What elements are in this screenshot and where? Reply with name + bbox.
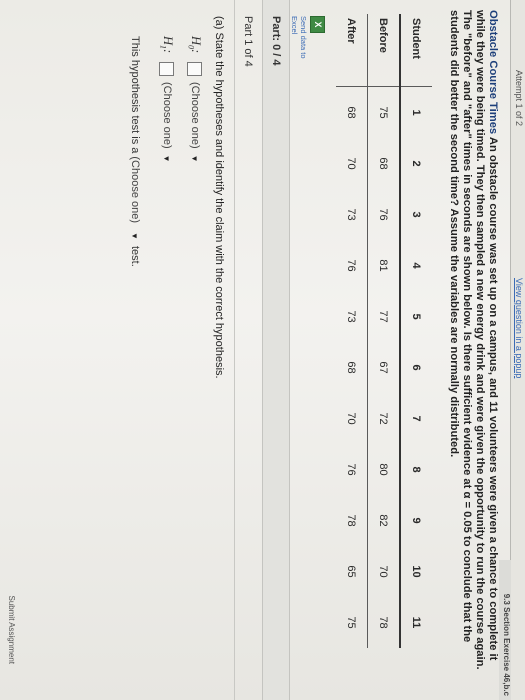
student-cell: 9: [400, 495, 432, 546]
view-popup-link[interactable]: View question in a popup: [514, 278, 524, 378]
null-hypothesis-symbol: H0:: [186, 36, 204, 54]
student-cell: 11: [400, 597, 432, 648]
before-cell: 77: [367, 291, 400, 342]
rotated-screen: Attempt 1 of 2 View question in a popup …: [0, 0, 525, 700]
problem-statement: Obstacle Course Times An obstacle course…: [447, 10, 499, 680]
after-cell: 75: [345, 616, 358, 629]
after-cell: 73: [345, 310, 358, 323]
send-to-excel-button[interactable]: X Send data to Excel: [290, 16, 325, 76]
test-type-select[interactable]: (Choose one): [129, 156, 141, 223]
submit-assignment-button[interactable]: Submit Assignment: [7, 596, 16, 664]
before-cell: 80: [367, 444, 400, 495]
after-cell: 65: [345, 565, 358, 578]
after-cell: 73: [345, 208, 358, 221]
after-cell: 78: [345, 514, 358, 527]
student-cell: 7: [400, 393, 432, 444]
alternative-hypothesis-claim-select[interactable]: (Choose one): [161, 82, 173, 149]
after-cell: 70: [345, 157, 358, 170]
top-bar: Attempt 1 of 2 View question in a popup: [510, 0, 525, 700]
before-cell: 76: [367, 189, 400, 240]
student-cell: 6: [400, 342, 432, 393]
test-type-prefix: This hypothesis test is a: [129, 36, 141, 154]
after-cell: 76: [345, 463, 358, 476]
null-hypothesis-claim-select[interactable]: (Choose one): [189, 82, 201, 149]
after-cell: 70: [345, 412, 358, 425]
null-hypothesis-row: H0: (Choose one) ▼: [187, 36, 204, 163]
table-row-after: After 68 70 73 76 73 68 70 76 78 65 75: [336, 14, 368, 648]
divider: [234, 0, 235, 700]
null-hypothesis-input[interactable]: [187, 62, 203, 76]
student-cell: 3: [400, 189, 432, 240]
before-cell: 70: [367, 546, 400, 597]
part-progress-bar: Part: 0 / 4: [262, 0, 290, 700]
student-cell: 1: [400, 86, 432, 138]
student-cell: 2: [400, 138, 432, 189]
problem-title: Obstacle Course Times: [487, 10, 499, 135]
chevron-down-icon[interactable]: ▼: [190, 155, 199, 163]
student-cell: 4: [400, 240, 432, 291]
student-cell: 10: [400, 546, 432, 597]
section-label: 9.3 Section Exercise 46,b.c: [499, 560, 511, 700]
row-label-student: Student: [400, 14, 432, 87]
before-cell: 81: [367, 240, 400, 291]
student-cell: 5: [400, 291, 432, 342]
after-cell: 68: [345, 106, 358, 119]
alternative-hypothesis-symbol: H1:: [158, 36, 176, 54]
alternative-hypothesis-row: H1: (Choose one) ▼: [159, 36, 176, 163]
excel-icon: X: [310, 16, 325, 33]
part-progress-label: Part: 0 / 4: [270, 16, 282, 66]
before-cell: 68: [367, 138, 400, 189]
attempt-counter: Attempt 1 of 2: [514, 70, 524, 127]
question-prompt: (a) State the hypotheses and identify th…: [213, 16, 225, 379]
before-cell: 78: [367, 597, 400, 648]
send-to-excel-label: Send data to Excel: [290, 16, 308, 59]
after-cell: 68: [345, 361, 358, 374]
student-cell: 8: [400, 444, 432, 495]
table-row-student: Student 1 2 3 4 5 6 7 8 9 10 11: [400, 14, 432, 648]
after-cell: 76: [345, 259, 358, 272]
test-type-suffix: test.: [129, 245, 141, 267]
table-row-before: Before 75 68 76 81 77 67 72 80 82 70 78: [367, 14, 400, 648]
chevron-down-icon[interactable]: ▼: [162, 155, 171, 163]
test-type-row: This hypothesis test is a (Choose one) ▼…: [129, 36, 141, 267]
row-label-after: After: [336, 14, 368, 87]
row-label-before: Before: [367, 14, 400, 87]
alternative-hypothesis-input[interactable]: [159, 62, 175, 76]
chevron-down-icon[interactable]: ▼: [131, 232, 140, 240]
before-cell: 82: [367, 495, 400, 546]
before-cell: 75: [367, 86, 400, 138]
before-cell: 72: [367, 393, 400, 444]
data-table: Student 1 2 3 4 5 6 7 8 9 10 11 Before 7…: [336, 14, 432, 648]
before-cell: 67: [367, 342, 400, 393]
part-indicator: Part 1 of 4: [242, 16, 254, 67]
